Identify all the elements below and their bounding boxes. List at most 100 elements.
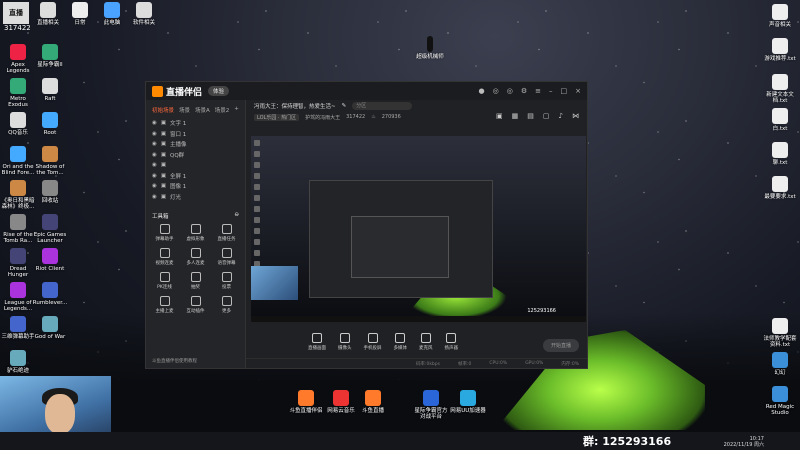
lock-icon[interactable]: ▣ [161, 194, 166, 200]
desktop-icon-right-8[interactable]: Red Magic Studio [762, 386, 798, 417]
lock-icon[interactable]: ▣ [161, 173, 166, 179]
lock-icon[interactable]: ▣ [496, 112, 503, 120]
desktop-icon-2-0[interactable]: QQ音乐 [0, 112, 36, 136]
bottom-button[interactable]: 多媒体 [394, 333, 407, 351]
source-item[interactable]: ◉ ▣ 全屏 1 [146, 171, 245, 182]
add-scene-icon[interactable]: + [234, 106, 239, 114]
desktop-icon-bottom-0[interactable]: 斗鱼直播伴侣 [288, 390, 324, 414]
desktop-icon-9-0[interactable]: 驴石绝迹 [0, 350, 36, 374]
category-input[interactable]: 分区 [352, 102, 413, 110]
stream-preview[interactable]: 125293166 [251, 136, 586, 322]
tool-item[interactable]: 直播任务 [212, 224, 241, 242]
desktop-icon-live[interactable]: 直播相关 [30, 2, 66, 26]
bottom-button[interactable]: 直播画面 [308, 333, 326, 351]
desktop-icon-right-4[interactable]: 聊.txt [762, 142, 798, 166]
desktop-icon-2-1[interactable]: Root [32, 112, 68, 136]
tool-item[interactable]: 更多 [212, 296, 241, 314]
bottom-button[interactable]: 摄像头 [338, 333, 352, 351]
source-item[interactable]: ◉ ▣ QQ群 [146, 150, 245, 161]
eye-icon[interactable]: ◉ [152, 183, 157, 189]
eye-icon[interactable]: ◉ [152, 194, 157, 200]
tool-item[interactable]: 视频连麦 [150, 248, 179, 266]
desktop-icon-right-3[interactable]: 白.txt [762, 108, 798, 132]
gift-icon[interactable]: ◎ [507, 87, 513, 95]
category-tag[interactable]: LOL乐园 · 热门区 [254, 113, 300, 121]
desktop-icon-bottom-2[interactable]: 斗鱼直播 [355, 390, 391, 414]
eye-icon[interactable]: ◉ [152, 152, 157, 158]
edit-icon[interactable]: ✎ [342, 103, 347, 109]
screen-icon[interactable]: ▢ [543, 112, 550, 120]
message-icon[interactable]: ◎ [493, 87, 499, 95]
desktop-icon-0-0[interactable]: Apex Legends [0, 44, 36, 75]
lock-icon[interactable]: ▣ [161, 141, 166, 147]
tool-item[interactable]: 主播上麦 [150, 296, 179, 314]
source-item[interactable]: ◉ ▣ 主播像 [146, 139, 245, 150]
desktop-icon-8-0[interactable]: 三维弹幕助手 [0, 316, 36, 340]
source-item[interactable]: ◉ ▣ [146, 160, 245, 171]
desktop-icon-7-0[interactable]: League of Legends... [0, 282, 36, 313]
source-item[interactable]: ◉ ▣ 文字 1 [146, 118, 245, 129]
eye-icon[interactable]: ◉ [152, 131, 157, 137]
desktop-icon-1-1[interactable]: Raft [32, 78, 68, 102]
desktop-icon-7-1[interactable]: Rumblever... [32, 282, 68, 306]
desktop-icon-right-7[interactable]: 幻幻 [762, 352, 798, 376]
settings-icon[interactable]: ⚙ [521, 87, 527, 95]
source-item[interactable]: ◉ ▣ 灯光 [146, 192, 245, 203]
lock-icon[interactable]: ▣ [161, 162, 166, 168]
tab-scene[interactable]: 场景 [179, 106, 190, 114]
share-icon[interactable]: ▦ [512, 112, 519, 120]
tool-item[interactable]: 多人连麦 [181, 248, 210, 266]
collapse-icon[interactable]: ⊖ [234, 212, 239, 220]
desktop-icon-8-1[interactable]: God of War [32, 316, 68, 340]
desktop-icon-1-0[interactable]: Metro Exodus [0, 78, 36, 109]
tool-item[interactable]: 弹幕助手 [150, 224, 179, 242]
tool-item[interactable]: 虚拟形象 [181, 224, 210, 242]
close-icon[interactable]: × [575, 87, 581, 95]
minimize-icon[interactable]: – [549, 87, 553, 95]
desktop-icon-bottom-3[interactable]: 星际争霸官方对战平台 [413, 390, 449, 421]
desktop-icon-4-0[interactable]: 《奥日和黑暗森林》终极... [0, 180, 36, 211]
bottom-button[interactable]: 麦克风 [419, 333, 433, 351]
version-pill[interactable]: 体验 [208, 86, 230, 96]
source-item[interactable]: ◉ ▣ 图像 1 [146, 181, 245, 192]
desktop-icon-center[interactable]: 超级机械师 [410, 36, 450, 60]
desktop-icon-right-1[interactable]: 游戏推荐.txt [762, 38, 798, 62]
lock-icon[interactable]: ▣ [161, 152, 166, 158]
bottom-button[interactable]: 手机投屏 [364, 333, 382, 351]
tool-item[interactable]: 语音弹幕 [212, 248, 241, 266]
desktop-icon-4-1[interactable]: 回收站 [32, 180, 68, 204]
maximize-icon[interactable]: □ [561, 87, 568, 95]
desktop-icon-3-1[interactable]: Shadow of the Tom... [32, 146, 68, 177]
eye-icon[interactable]: ◉ [152, 141, 157, 147]
layout-icon[interactable]: ▤ [527, 112, 534, 120]
menu-icon[interactable]: ≡ [535, 87, 541, 95]
bell-icon[interactable]: ♪ [559, 112, 563, 120]
tool-item[interactable]: 互动插件 [181, 296, 210, 314]
bottom-button[interactable]: 扬声器 [445, 333, 458, 351]
lock-icon[interactable]: ▣ [161, 131, 166, 137]
desktop-icon-0-1[interactable]: 星际争霸II [32, 44, 68, 68]
tool-item[interactable]: PK连线 [150, 272, 179, 290]
lock-icon[interactable]: ▣ [161, 120, 166, 126]
tool-item[interactable]: 抽奖 [181, 272, 210, 290]
desktop-icon-pc[interactable]: 此电脑 [94, 2, 130, 26]
tab-scene-2[interactable]: 场景2 [215, 106, 230, 114]
tab-scene-initial[interactable]: 初始场景 [152, 106, 174, 114]
desktop-icon-software[interactable]: 软件相关 [126, 2, 162, 26]
eye-icon[interactable]: ◉ [152, 162, 157, 168]
desktop-icon-bottom-1[interactable]: 网易云音乐 [323, 390, 359, 414]
tool-item[interactable]: 投票 [212, 272, 241, 290]
desktop-icon-daily[interactable]: 日常 [62, 2, 98, 26]
eye-icon[interactable]: ◉ [152, 173, 157, 179]
desktop-icon-6-0[interactable]: Dread Hunger [0, 248, 36, 279]
tutorial-link[interactable]: 斗鱼直播伴侣使用教程 [152, 358, 197, 364]
desktop-icon-5-0[interactable]: Rise of the Tomb Ra... [0, 214, 36, 245]
lock-icon[interactable]: ▣ [161, 183, 166, 189]
desktop-icon-6-1[interactable]: Riot Client [32, 248, 68, 272]
desktop-icon-right-5[interactable]: 最要要求.txt [762, 176, 798, 200]
network-icon[interactable]: ⋈ [572, 112, 579, 120]
start-live-button[interactable]: 开始直播 [542, 339, 579, 352]
eye-icon[interactable]: ◉ [152, 120, 157, 126]
avatar[interactable]: ● [479, 87, 485, 95]
desktop-icon-right-2[interactable]: 新建文本文档.txt [762, 74, 798, 105]
